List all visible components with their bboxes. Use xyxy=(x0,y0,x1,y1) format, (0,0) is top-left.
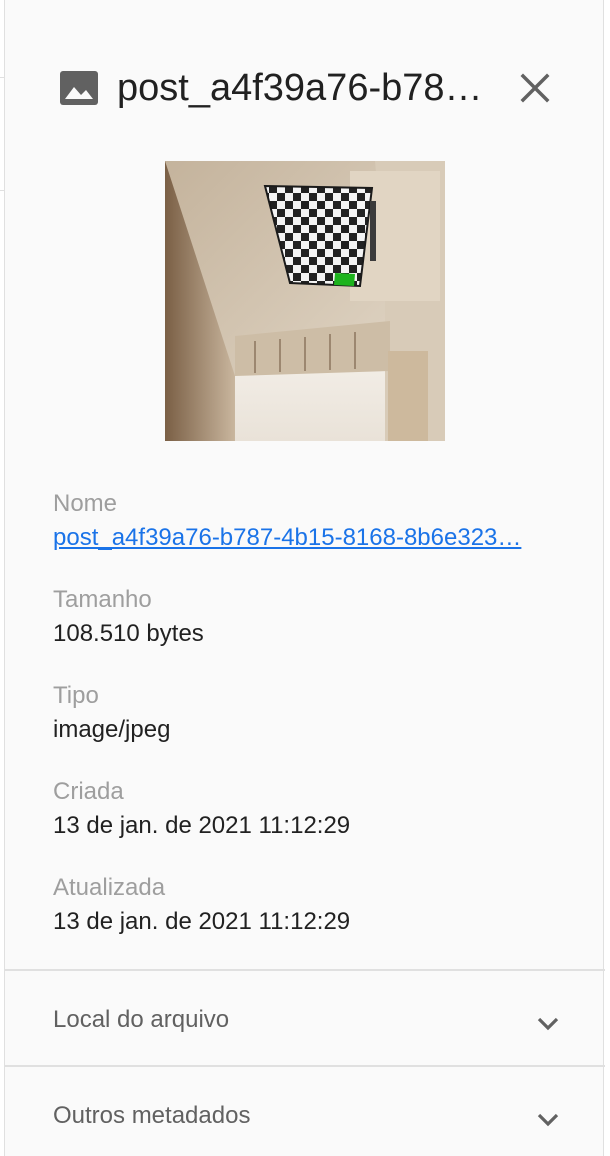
created-field: Criada 13 de jan. de 2021 11:12:29 xyxy=(53,774,573,870)
screen: post_a4f39a76-b78… Nome post_a4f39a76-b7… xyxy=(0,0,610,1156)
close-icon xyxy=(520,73,550,103)
file-name-link[interactable]: post_a4f39a76-b787-4b15-8168-8b6e323… xyxy=(53,522,573,554)
type-label: Tipo xyxy=(53,682,99,709)
size-field: Tamanho 108.510 bytes xyxy=(53,582,573,678)
size-label: Tamanho xyxy=(53,586,152,613)
other-metadata-section[interactable]: Outros metadados xyxy=(5,1065,605,1156)
created-label: Criada xyxy=(53,778,124,805)
image-icon xyxy=(59,70,99,106)
file-title: post_a4f39a76-b78… xyxy=(117,67,483,109)
chevron-down-icon[interactable] xyxy=(535,1107,561,1133)
updated-field: Atualizada 13 de jan. de 2021 11:12:29 xyxy=(53,870,573,966)
close-button[interactable] xyxy=(513,66,557,110)
file-details: Nome post_a4f39a76-b787-4b15-8168-8b6e32… xyxy=(53,486,573,966)
file-location-label: Local do arquivo xyxy=(53,1006,230,1033)
updated-value: 13 de jan. de 2021 11:12:29 xyxy=(53,908,351,935)
file-details-panel: post_a4f39a76-b78… Nome post_a4f39a76-b7… xyxy=(4,0,605,1156)
created-value: 13 de jan. de 2021 11:12:29 xyxy=(53,812,351,839)
type-field: Tipo image/jpeg xyxy=(53,678,573,774)
file-location-section[interactable]: Local do arquivo xyxy=(5,969,605,1065)
panel-header: post_a4f39a76-b78… xyxy=(5,50,605,130)
other-metadata-label: Outros metadados xyxy=(53,1102,251,1129)
image-preview xyxy=(165,161,445,441)
updated-label: Atualizada xyxy=(53,874,166,901)
size-value: 108.510 bytes xyxy=(53,620,204,647)
name-field: Nome post_a4f39a76-b787-4b15-8168-8b6e32… xyxy=(53,486,573,582)
chevron-down-icon[interactable] xyxy=(535,1011,561,1037)
type-value: image/jpeg xyxy=(53,716,171,743)
name-label: Nome xyxy=(53,490,118,517)
